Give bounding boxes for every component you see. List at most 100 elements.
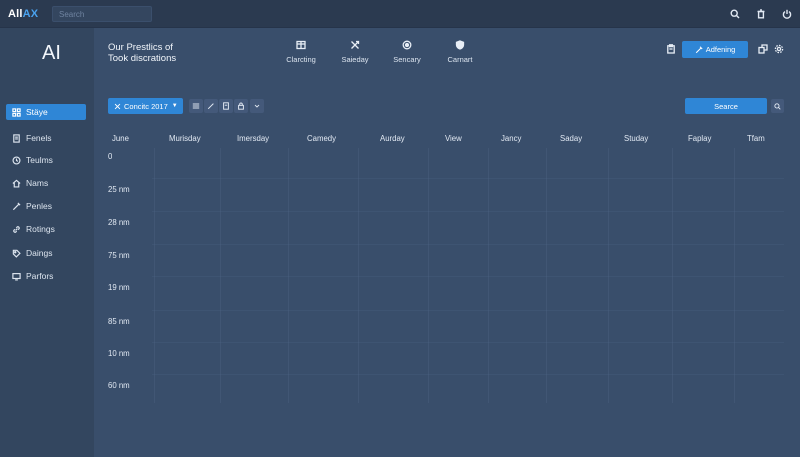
tool-carnart[interactable]: Carnart xyxy=(435,40,485,64)
search-button-label: Searce xyxy=(714,101,738,111)
edit-button[interactable] xyxy=(204,99,218,113)
row-label: 75 nm xyxy=(108,251,130,260)
top-bar: AllAX xyxy=(0,0,800,28)
search-icon xyxy=(774,102,781,110)
sidebar-item-penles[interactable]: Penles xyxy=(6,198,86,214)
chevron-down-icon xyxy=(254,104,260,108)
list-view-button[interactable] xyxy=(189,99,203,113)
power-icon[interactable] xyxy=(781,8,793,20)
column-header: Tfam xyxy=(747,134,765,143)
row-label: 25 nm xyxy=(108,185,130,194)
top-search-box xyxy=(52,6,152,22)
sidebar-item-fenels[interactable]: Fenels xyxy=(6,130,86,146)
tag-icon xyxy=(11,248,21,258)
sidebar-item-label: Parfors xyxy=(26,271,54,281)
row-label: 28 nm xyxy=(108,218,130,227)
document-button[interactable] xyxy=(219,99,233,113)
clipboard-icon[interactable] xyxy=(666,44,676,54)
pen-icon xyxy=(11,201,21,211)
column-header: Camedy xyxy=(307,134,337,143)
sidebar-item-label: Daings xyxy=(26,248,53,258)
monitor-icon xyxy=(11,271,21,281)
search-icon[interactable] xyxy=(729,8,741,20)
page-title-line-2: Took discrations xyxy=(108,53,177,64)
page-title-line-1: Our Prestlics of xyxy=(108,42,173,53)
link-icon xyxy=(11,224,21,234)
sidebar-item-nams[interactable]: Nams xyxy=(6,175,86,191)
grid-divider xyxy=(152,342,784,343)
trash-icon[interactable] xyxy=(755,8,767,20)
copy-icon[interactable] xyxy=(758,44,768,54)
row-label: 19 nm xyxy=(108,283,130,292)
logo-accent-text: AX xyxy=(22,8,39,20)
table-icon xyxy=(296,40,306,50)
tool-label: Clarcting xyxy=(286,55,316,64)
tool-clarcting[interactable]: Clarcting xyxy=(276,40,326,64)
grid-divider xyxy=(152,244,784,245)
search-input[interactable] xyxy=(53,7,151,21)
grid-divider xyxy=(152,374,784,375)
clock-icon xyxy=(11,155,21,165)
list-icon xyxy=(192,103,200,109)
row-label: 0 xyxy=(108,152,113,161)
more-dropdown-button[interactable] xyxy=(250,99,264,113)
grid-divider xyxy=(152,178,784,179)
tool-label: Carnart xyxy=(447,55,473,64)
grid-divider xyxy=(152,310,784,311)
column-header: Faplay xyxy=(688,134,712,143)
shuffle-icon xyxy=(114,103,121,109)
sidebar-item-staye[interactable]: Stäye xyxy=(6,104,86,120)
pen-icon xyxy=(207,103,214,110)
search-button[interactable]: Searce xyxy=(685,98,767,114)
sidebar-item-daings[interactable]: Daings xyxy=(6,245,86,261)
adfening-button[interactable]: Adfening xyxy=(682,41,748,58)
tool-saieday[interactable]: Saieday xyxy=(330,40,380,64)
column-header: June xyxy=(112,134,129,143)
sidebar-item-label: Nams xyxy=(26,178,49,188)
grid-divider xyxy=(152,211,784,212)
column-header: Jancy xyxy=(501,134,522,143)
tool-label: Sencary xyxy=(393,55,421,64)
home-icon xyxy=(11,178,21,188)
grid-icon xyxy=(11,107,21,117)
document-icon xyxy=(11,133,21,143)
app-logo[interactable]: AllAX xyxy=(8,8,38,20)
sidebar: AI Stäye Fenels Teulms Nams Penles Rotin… xyxy=(0,28,94,457)
period-select[interactable]: Concitc 2017 ▼ xyxy=(108,98,183,114)
column-header: View xyxy=(445,134,462,143)
sidebar-item-label: Fenels xyxy=(26,133,52,143)
sidebar-item-label: Teulms xyxy=(26,155,53,165)
sidebar-item-parfors[interactable]: Parfors xyxy=(6,268,86,284)
document-icon xyxy=(223,102,229,110)
column-header: Murisday xyxy=(169,134,201,143)
column-header: Saday xyxy=(560,134,583,143)
sidebar-item-label: Penles xyxy=(26,201,52,211)
shield-icon xyxy=(455,40,465,50)
column-header: Studay xyxy=(624,134,649,143)
logo-main-text: All xyxy=(8,8,23,20)
column-header: Imersday xyxy=(237,134,270,143)
shuffle-icon xyxy=(350,40,360,50)
chevron-down-icon: ▼ xyxy=(171,103,178,109)
sidebar-item-rotings[interactable]: Rotings xyxy=(6,221,86,237)
period-select-value: Concitc 2017 xyxy=(124,101,168,111)
tool-label: Saieday xyxy=(341,55,369,64)
edit-icon xyxy=(695,45,703,53)
lock-button[interactable] xyxy=(234,99,248,113)
row-label: 60 nm xyxy=(108,381,130,390)
row-label: 10 nm xyxy=(108,349,130,358)
sidebar-item-label: Stäye xyxy=(26,107,48,117)
search-icon-button[interactable] xyxy=(771,99,784,113)
adfening-button-label: Adfening xyxy=(705,45,736,54)
sidebar-item-teulms[interactable]: Teulms xyxy=(6,152,86,168)
tool-sencary[interactable]: Sencary xyxy=(382,40,432,64)
settings-icon[interactable] xyxy=(774,44,784,54)
column-header: Aurday xyxy=(380,134,405,143)
lock-icon xyxy=(238,102,244,110)
row-label: 85 nm xyxy=(108,317,130,326)
page-title: Our Prestlics of Took discrations xyxy=(108,42,176,64)
sidebar-item-label: Rotings xyxy=(26,224,55,234)
grid-divider xyxy=(152,276,784,277)
schedule-grid: June Murisday Imersday Camedy Aurday Vie… xyxy=(108,130,784,403)
brand-title: AI xyxy=(42,42,61,64)
